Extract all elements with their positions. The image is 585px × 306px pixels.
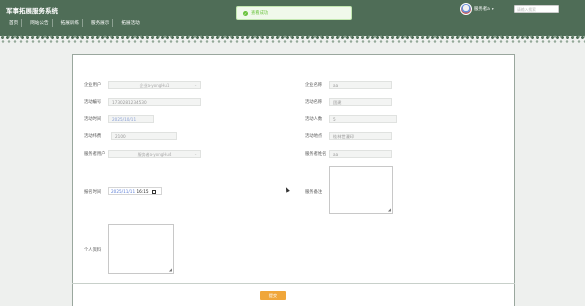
activity-cost-label: 活动纬费 [84,134,102,139]
service-note-textarea[interactable]: ◢ [329,166,393,214]
main-nav: 首页 网站公告 拓展训练 服务展示 拓展活动 [6,19,143,27]
resize-handle-icon[interactable]: ◢ [169,268,172,272]
nav-training[interactable]: 拓展训练 [58,19,83,27]
company-user-select[interactable]: 企业a-yongHu1 ⌄ [108,81,201,89]
activity-people-label: 活动人数 [305,117,323,122]
success-toast: ✓ 查看成功 [236,6,352,20]
chevron-down-icon[interactable]: ▾ [492,7,494,11]
activity-people-field[interactable]: 5 [329,115,397,123]
nav-announcements[interactable]: 网站公告 [27,19,53,27]
submit-button[interactable]: 提交 [260,291,286,300]
activity-name-field[interactable]: 团建 [329,98,392,106]
report-time-date: 2025/11/11 [111,189,136,194]
chevron-down-icon: ⌄ [194,152,197,156]
provider-user-select[interactable]: 服务者a-yongHu4 ⌄ [108,150,201,158]
activity-no-label: 活动编号 [84,100,102,105]
company-name-field[interactable]: aa [329,81,392,89]
header-decoration [0,34,585,44]
activity-place-field[interactable]: 桂林世漫印 [329,132,392,140]
check-circle-icon: ✓ [243,10,248,16]
report-time-label: 报名时间 [84,190,102,195]
divider [72,283,515,284]
activity-no-field[interactable]: 1730281234530 [108,98,201,106]
activity-time-label: 活动时间 [84,117,102,122]
resize-handle-icon[interactable]: ◢ [388,208,391,212]
avatar[interactable] [460,3,472,15]
report-time-clock: 16:15 [136,189,149,194]
app-title: 军事拓展服务系统 [6,7,58,15]
activity-cost-field[interactable]: 2100 [111,132,177,140]
personal-info-textarea[interactable]: ◢ [108,224,174,274]
company-name-label: 企业名称 [305,83,323,88]
report-time-picker[interactable]: 2025/11/11 16:15 [108,187,162,195]
company-user-label: 企业用户 [84,83,102,88]
calendar-icon[interactable] [151,189,156,194]
provider-name-field[interactable]: aa [329,150,392,158]
activity-name-label: 活动名称 [305,100,323,105]
toast-message: 查看成功 [251,11,269,16]
chevron-down-icon: ⌄ [194,83,197,87]
activity-place-label: 活动地点 [305,134,323,139]
company-user-value: 企业a-yongHu1 [139,83,170,88]
nav-services[interactable]: 服务展示 [88,19,114,27]
search-input[interactable]: 请输入搜索 [514,5,559,13]
user-name[interactable]: 服务者a [474,6,490,12]
service-note-label: 服务备注 [305,190,323,195]
personal-info-label: 个人资料 [84,248,102,253]
provider-user-label: 服务者用户 [84,152,106,157]
activity-time-field[interactable]: 2025/10/11 [108,115,154,123]
user-menu[interactable]: 服务者a ▾ [460,3,494,15]
provider-name-label: 服务者姓名 [305,152,327,157]
nav-activities[interactable]: 拓展活动 [118,19,142,27]
provider-user-value: 服务者a-yongHu4 [137,152,172,157]
nav-home[interactable]: 首页 [6,19,23,27]
